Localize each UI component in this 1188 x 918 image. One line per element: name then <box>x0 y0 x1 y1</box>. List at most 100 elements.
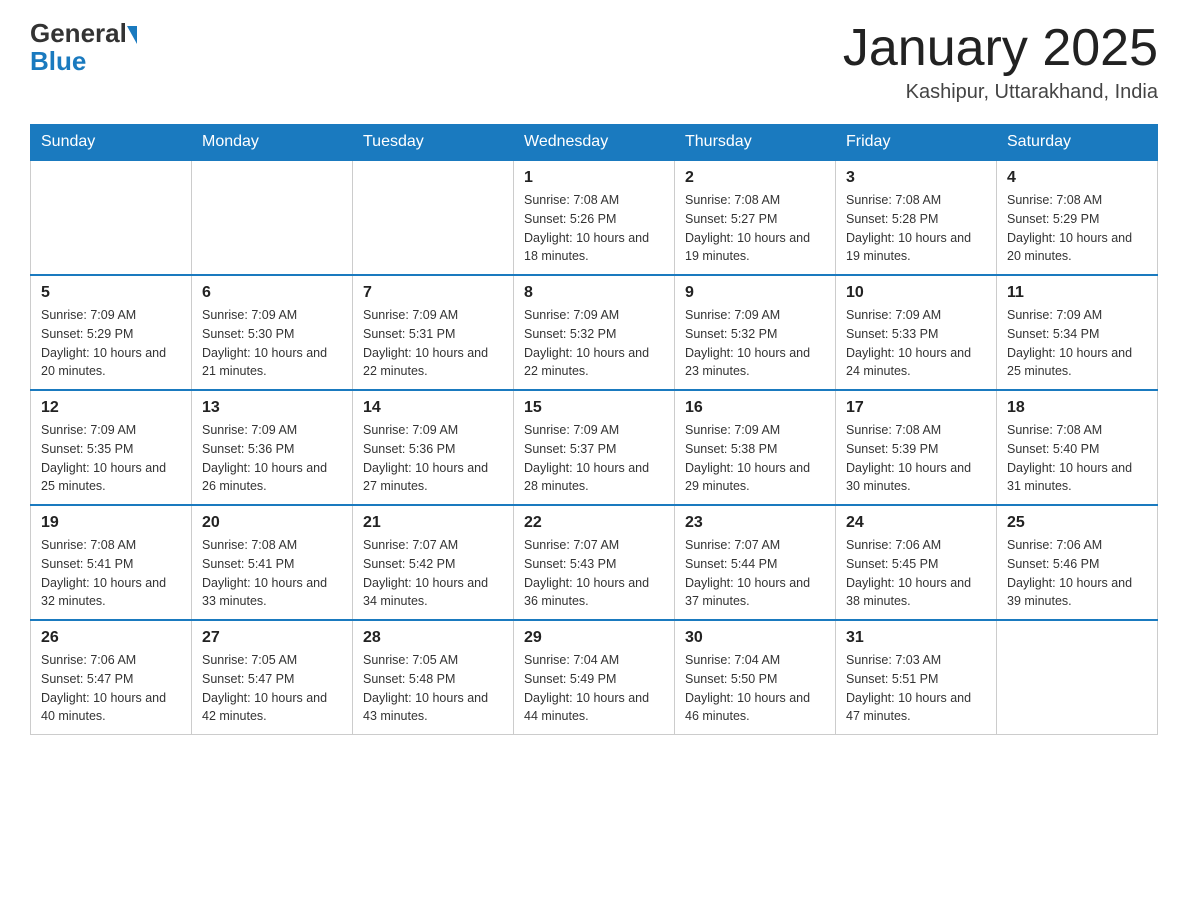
day-number: 14 <box>363 399 503 417</box>
day-number: 17 <box>846 399 986 417</box>
day-number: 18 <box>1007 399 1147 417</box>
calendar-table: SundayMondayTuesdayWednesdayThursdayFrid… <box>30 124 1158 735</box>
day-number: 6 <box>202 284 342 302</box>
day-info: Sunrise: 7:04 AMSunset: 5:49 PMDaylight:… <box>524 651 664 726</box>
calendar-cell: 16Sunrise: 7:09 AMSunset: 5:38 PMDayligh… <box>675 390 836 505</box>
day-info: Sunrise: 7:05 AMSunset: 5:48 PMDaylight:… <box>363 651 503 726</box>
calendar-cell: 25 Sunrise: 7:06 AMSunset: 5:46 PMDayligh… <box>997 505 1158 620</box>
calendar-cell: 13 Sunrise: 7:09 AMSunset: 5:36 PMDayligh… <box>192 390 353 505</box>
day-info: Sunrise: 7:09 AMSunset: 5:33 PMDaylight:… <box>846 306 986 381</box>
day-info: Sunrise: 7:05 AMSunset: 5:47 PMDaylight:… <box>202 651 342 726</box>
calendar-cell <box>31 160 192 275</box>
day-number: 19 <box>41 514 181 532</box>
calendar-cell: 18 Sunrise: 7:08 AMSunset: 5:40 PMDayligh… <box>997 390 1158 505</box>
day-number: 28 <box>363 629 503 647</box>
calendar-cell: 29 Sunrise: 7:04 AMSunset: 5:49 PMDayligh… <box>514 620 675 735</box>
calendar-cell: 12 Sunrise: 7:09 AMSunset: 5:35 PMDayligh… <box>31 390 192 505</box>
day-info: Sunrise: 7:08 AMSunset: 5:29 PMDaylight:… <box>1007 191 1147 266</box>
day-info: Sunrise: 7:06 AMSunset: 5:45 PMDaylight:… <box>846 536 986 611</box>
day-info: Sunrise: 7:09 AMSunset: 5:32 PMDaylight:… <box>685 306 825 381</box>
day-info: Sunrise: 7:09 AMSunset: 5:31 PMDaylight:… <box>363 306 503 381</box>
calendar-cell <box>997 620 1158 735</box>
title-area: January 2025 Kashipur, Uttarakhand, Indi… <box>843 20 1158 104</box>
day-info: Sunrise: 7:09 AMSunset: 5:32 PMDaylight:… <box>524 306 664 381</box>
calendar-cell <box>353 160 514 275</box>
day-number: 7 <box>363 284 503 302</box>
calendar-cell: 31 Sunrise: 7:03 AMSunset: 5:51 PMDayligh… <box>836 620 997 735</box>
day-info: Sunrise: 7:08 AMSunset: 5:27 PMDaylight:… <box>685 191 825 266</box>
calendar-cell: 15 Sunrise: 7:09 AMSunset: 5:37 PMDayligh… <box>514 390 675 505</box>
day-info: Sunrise: 7:08 AMSunset: 5:40 PMDaylight:… <box>1007 421 1147 496</box>
day-info: Sunrise: 7:09 AMSunset: 5:34 PMDaylight:… <box>1007 306 1147 381</box>
day-info: Sunrise: 7:09 AMSunset: 5:29 PMDaylight:… <box>41 306 181 381</box>
month-title: January 2025 <box>843 20 1158 77</box>
day-number: 23 <box>685 514 825 532</box>
calendar-header-row: SundayMondayTuesdayWednesdayThursdayFrid… <box>31 125 1158 161</box>
day-info: Sunrise: 7:09 AMSunset: 5:30 PMDaylight:… <box>202 306 342 381</box>
calendar-cell: 7 Sunrise: 7:09 AMSunset: 5:31 PMDaylight… <box>353 275 514 390</box>
location-title: Kashipur, Uttarakhand, India <box>843 81 1158 104</box>
day-number: 11 <box>1007 284 1147 302</box>
calendar-cell: 14Sunrise: 7:09 AMSunset: 5:36 PMDayligh… <box>353 390 514 505</box>
day-number: 8 <box>524 284 664 302</box>
week-row-5: 26 Sunrise: 7:06 AMSunset: 5:47 PMDayligh… <box>31 620 1158 735</box>
calendar-cell: 1 Sunrise: 7:08 AMSunset: 5:26 PMDaylight… <box>514 160 675 275</box>
calendar-cell: 30 Sunrise: 7:04 AMSunset: 5:50 PMDayligh… <box>675 620 836 735</box>
week-row-4: 19Sunrise: 7:08 AMSunset: 5:41 PMDayligh… <box>31 505 1158 620</box>
day-number: 12 <box>41 399 181 417</box>
calendar-cell: 26 Sunrise: 7:06 AMSunset: 5:47 PMDayligh… <box>31 620 192 735</box>
week-row-1: 1 Sunrise: 7:08 AMSunset: 5:26 PMDaylight… <box>31 160 1158 275</box>
day-info: Sunrise: 7:07 AMSunset: 5:42 PMDaylight:… <box>363 536 503 611</box>
column-header-sunday: Sunday <box>31 125 192 161</box>
column-header-saturday: Saturday <box>997 125 1158 161</box>
day-number: 3 <box>846 169 986 187</box>
day-info: Sunrise: 7:06 AMSunset: 5:46 PMDaylight:… <box>1007 536 1147 611</box>
day-info: Sunrise: 7:09 AMSunset: 5:38 PMDaylight:… <box>685 421 825 496</box>
logo-blue-text: Blue <box>30 46 86 77</box>
day-info: Sunrise: 7:09 AMSunset: 5:36 PMDaylight:… <box>202 421 342 496</box>
day-number: 10 <box>846 284 986 302</box>
page-header: General Blue January 2025 Kashipur, Utta… <box>30 20 1158 104</box>
day-number: 4 <box>1007 169 1147 187</box>
day-number: 26 <box>41 629 181 647</box>
day-info: Sunrise: 7:08 AMSunset: 5:39 PMDaylight:… <box>846 421 986 496</box>
day-info: Sunrise: 7:03 AMSunset: 5:51 PMDaylight:… <box>846 651 986 726</box>
calendar-cell: 4 Sunrise: 7:08 AMSunset: 5:29 PMDaylight… <box>997 160 1158 275</box>
calendar-cell: 5 Sunrise: 7:09 AMSunset: 5:29 PMDaylight… <box>31 275 192 390</box>
calendar-cell: 9Sunrise: 7:09 AMSunset: 5:32 PMDaylight… <box>675 275 836 390</box>
calendar-cell: 2 Sunrise: 7:08 AMSunset: 5:27 PMDaylight… <box>675 160 836 275</box>
day-number: 25 <box>1007 514 1147 532</box>
day-number: 2 <box>685 169 825 187</box>
day-info: Sunrise: 7:04 AMSunset: 5:50 PMDaylight:… <box>685 651 825 726</box>
calendar-cell: 27 Sunrise: 7:05 AMSunset: 5:47 PMDayligh… <box>192 620 353 735</box>
column-header-thursday: Thursday <box>675 125 836 161</box>
day-number: 31 <box>846 629 986 647</box>
calendar-cell: 11 Sunrise: 7:09 AMSunset: 5:34 PMDayligh… <box>997 275 1158 390</box>
calendar-cell: 8 Sunrise: 7:09 AMSunset: 5:32 PMDaylight… <box>514 275 675 390</box>
day-info: Sunrise: 7:09 AMSunset: 5:37 PMDaylight:… <box>524 421 664 496</box>
column-header-wednesday: Wednesday <box>514 125 675 161</box>
logo-triangle-icon <box>127 26 137 44</box>
column-header-friday: Friday <box>836 125 997 161</box>
day-info: Sunrise: 7:06 AMSunset: 5:47 PMDaylight:… <box>41 651 181 726</box>
day-info: Sunrise: 7:08 AMSunset: 5:26 PMDaylight:… <box>524 191 664 266</box>
calendar-cell <box>192 160 353 275</box>
day-info: Sunrise: 7:08 AMSunset: 5:28 PMDaylight:… <box>846 191 986 266</box>
calendar-cell: 10 Sunrise: 7:09 AMSunset: 5:33 PMDayligh… <box>836 275 997 390</box>
day-number: 15 <box>524 399 664 417</box>
day-number: 30 <box>685 629 825 647</box>
calendar-cell: 24Sunrise: 7:06 AMSunset: 5:45 PMDayligh… <box>836 505 997 620</box>
day-number: 27 <box>202 629 342 647</box>
day-number: 1 <box>524 169 664 187</box>
day-info: Sunrise: 7:07 AMSunset: 5:44 PMDaylight:… <box>685 536 825 611</box>
day-number: 21 <box>363 514 503 532</box>
day-number: 5 <box>41 284 181 302</box>
week-row-2: 5 Sunrise: 7:09 AMSunset: 5:29 PMDaylight… <box>31 275 1158 390</box>
day-number: 29 <box>524 629 664 647</box>
calendar-cell: 22Sunrise: 7:07 AMSunset: 5:43 PMDayligh… <box>514 505 675 620</box>
day-info: Sunrise: 7:09 AMSunset: 5:35 PMDaylight:… <box>41 421 181 496</box>
calendar-cell: 20Sunrise: 7:08 AMSunset: 5:41 PMDayligh… <box>192 505 353 620</box>
calendar-cell: 19Sunrise: 7:08 AMSunset: 5:41 PMDayligh… <box>31 505 192 620</box>
day-number: 13 <box>202 399 342 417</box>
day-number: 22 <box>524 514 664 532</box>
